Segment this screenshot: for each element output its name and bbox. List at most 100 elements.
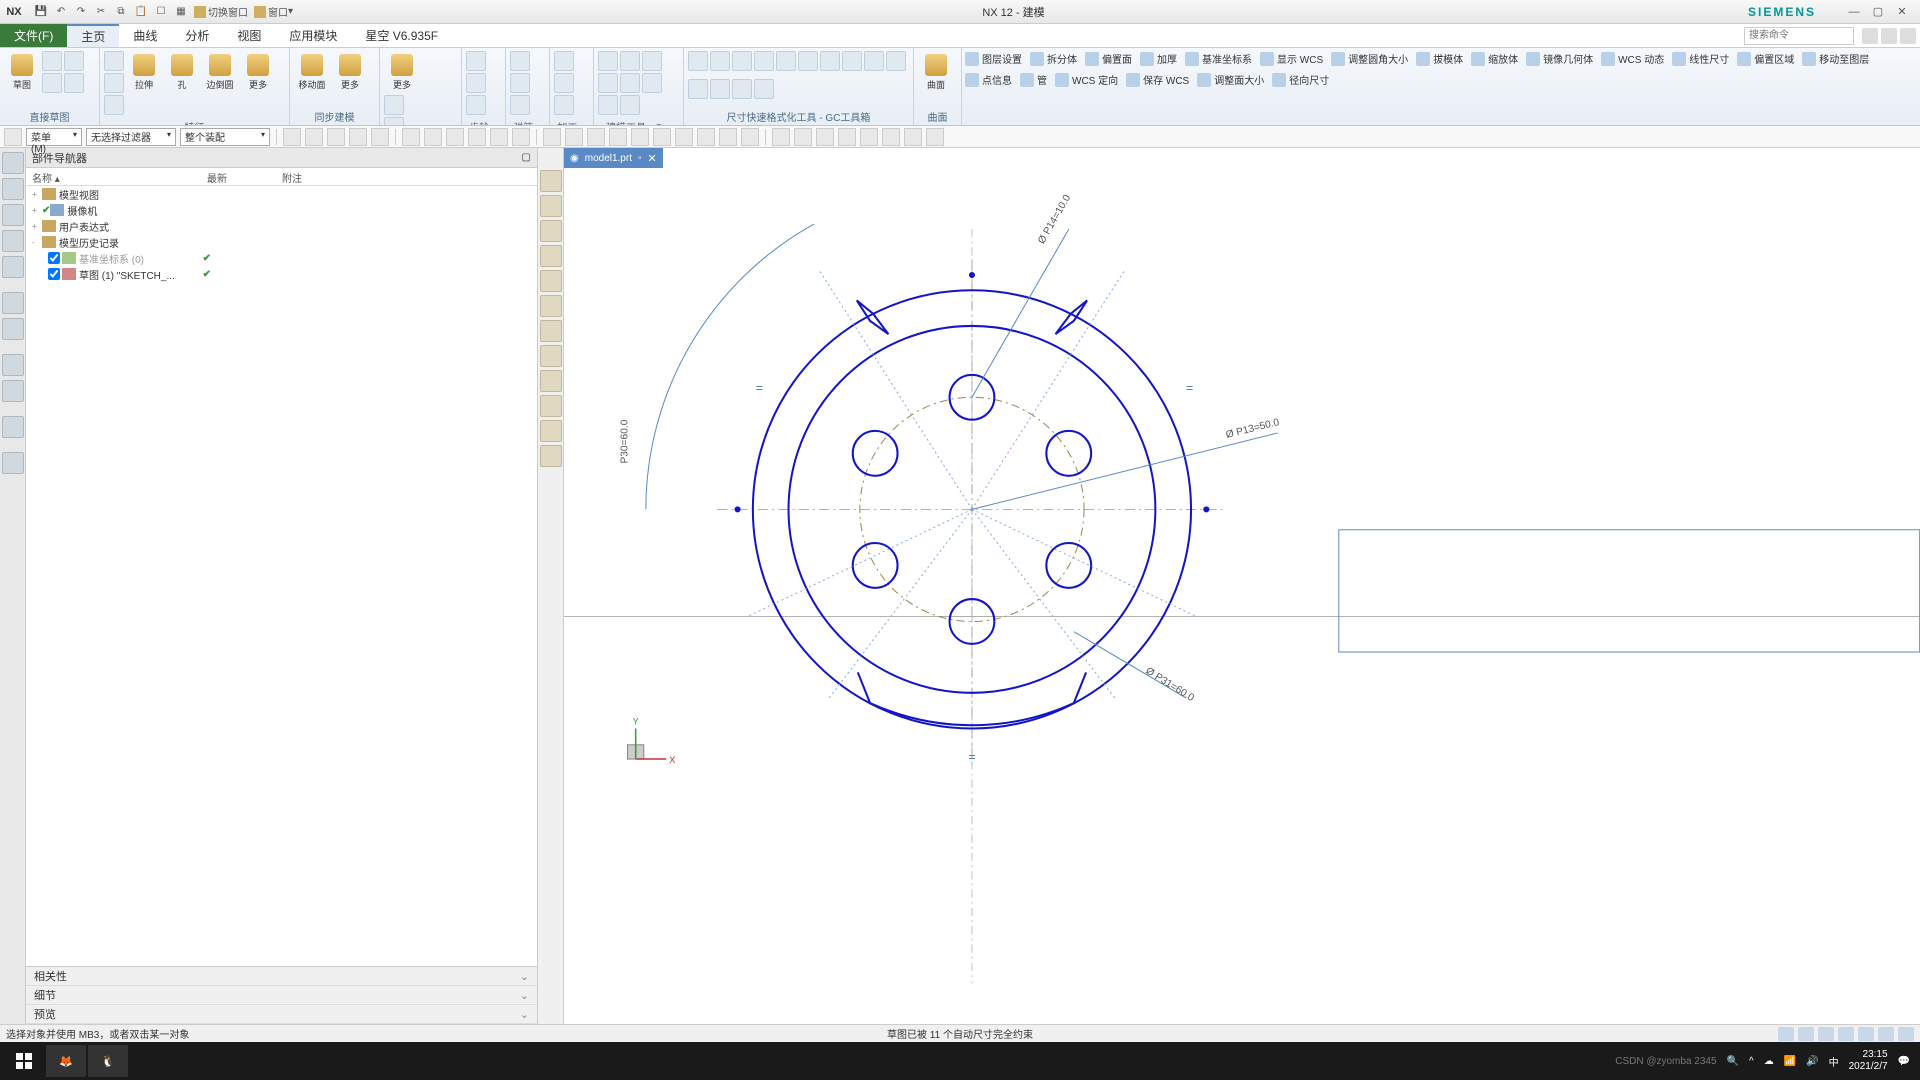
section-details[interactable]: 细节⌄ [26, 986, 537, 1005]
taskbar-app-icon[interactable]: 🦊 [46, 1045, 86, 1077]
ribbon-btn[interactable] [776, 51, 796, 71]
assembly-dropdown[interactable]: 整个装配 [180, 128, 270, 146]
save-wcs-button[interactable]: 保存 WCS [1126, 72, 1189, 87]
filter-dropdown[interactable]: 无选择过滤器 [86, 128, 176, 146]
resource-tab-icon[interactable] [2, 452, 24, 474]
maximize-icon[interactable]: ▢ [1870, 4, 1886, 20]
ribbon-btn[interactable] [42, 51, 62, 71]
resource-tab-icon[interactable] [2, 178, 24, 200]
navigator-tree[interactable]: +模型视图 +✔摄像机 +用户表达式 -模型历史记录 基准坐标系 (0)✔ 草图… [26, 186, 537, 966]
ribbon-btn[interactable] [620, 73, 640, 93]
close-tab-icon[interactable]: ✕ [648, 152, 657, 165]
ribbon-btn[interactable] [710, 79, 730, 99]
sel-tool-icon[interactable] [327, 128, 345, 146]
ribbon-btn[interactable] [598, 73, 618, 93]
tree-row[interactable]: +模型视图 [26, 186, 537, 202]
status-icon[interactable] [1798, 1027, 1814, 1041]
tab-view[interactable]: 视图 [223, 24, 275, 47]
sel-tool-icon[interactable] [816, 128, 834, 146]
sel-tool-icon[interactable] [772, 128, 790, 146]
ribbon-btn[interactable] [842, 51, 862, 71]
sel-tool-icon[interactable] [860, 128, 878, 146]
ribbon-btn[interactable] [710, 51, 730, 71]
sel-tool-icon[interactable] [371, 128, 389, 146]
sketch-button[interactable]: 草图 [4, 51, 40, 93]
draft-body-button[interactable]: 拔模体 [1416, 51, 1463, 66]
gfx-tool-icon[interactable] [540, 395, 562, 417]
sel-tool-icon[interactable] [631, 128, 649, 146]
ribbon-btn[interactable] [732, 79, 752, 99]
tray-icon[interactable]: ^ [1749, 1056, 1754, 1067]
ribbon-btn[interactable] [510, 73, 530, 93]
resource-tab-icon[interactable] [2, 204, 24, 226]
surface-button[interactable]: 曲面 [918, 51, 954, 93]
ribbon-btn[interactable] [64, 51, 84, 71]
resource-tab-icon[interactable] [2, 292, 24, 314]
ribbon-btn[interactable] [384, 117, 404, 126]
datum-csys-button[interactable]: 基准坐标系 [1185, 51, 1252, 66]
tree-row[interactable]: 草图 (1) "SKETCH_...✔ [26, 266, 537, 282]
ribbon-btn[interactable] [642, 51, 662, 71]
graphics-area[interactable]: ◉model1.prt▫✕ [564, 148, 1920, 1024]
resource-tab-icon[interactable] [2, 318, 24, 340]
sel-tool-icon[interactable] [587, 128, 605, 146]
ribbon-btn[interactable] [598, 51, 618, 71]
ribbon-btn[interactable] [466, 51, 486, 71]
tube-button[interactable]: 管 [1020, 72, 1047, 87]
sel-tool-icon[interactable] [305, 128, 323, 146]
more-button[interactable]: 更多 [384, 51, 420, 93]
status-icon[interactable] [1858, 1027, 1874, 1041]
tray-ime-icon[interactable]: 中 [1829, 1054, 1839, 1069]
linear-dim-button[interactable]: 线性尺寸 [1672, 51, 1729, 66]
file-menu[interactable]: 文件(F) [0, 24, 67, 47]
start-button[interactable] [4, 1045, 44, 1077]
tab-analysis[interactable]: 分析 [171, 24, 223, 47]
tab-home[interactable]: 主页 [67, 24, 119, 47]
section-preview[interactable]: 预览⌄ [26, 1005, 537, 1024]
ribbon-btn[interactable] [384, 95, 404, 115]
wcs-orient-button[interactable]: WCS 定向 [1055, 72, 1118, 87]
ribbon-btn[interactable] [642, 73, 662, 93]
tab-curve[interactable]: 曲线 [119, 24, 171, 47]
sel-tool-icon[interactable] [882, 128, 900, 146]
cut-icon[interactable]: ✂ [92, 3, 110, 21]
ribbon-btn[interactable] [466, 95, 486, 115]
menu-icon[interactable] [4, 128, 22, 146]
wcs-dynamic-button[interactable]: WCS 动态 [1601, 51, 1664, 66]
gfx-tool-icon[interactable] [540, 270, 562, 292]
scale-body-button[interactable]: 缩放体 [1471, 51, 1518, 66]
taskbar-clock[interactable]: 23:152021/2/7 [1849, 1049, 1888, 1073]
ribbon-btn[interactable] [798, 51, 818, 71]
gfx-tool-icon[interactable] [540, 195, 562, 217]
sel-tool-icon[interactable] [838, 128, 856, 146]
more-button[interactable]: 更多 [332, 51, 368, 93]
tree-checkbox[interactable] [48, 268, 60, 280]
ribbon-btn[interactable] [732, 51, 752, 71]
col-name[interactable]: 名称 ▴ [26, 168, 201, 185]
sel-tool-icon[interactable] [349, 128, 367, 146]
offset-region-button[interactable]: 偏置区域 [1737, 51, 1794, 66]
notification-icon[interactable]: 💬 [1898, 1056, 1910, 1067]
more-button[interactable]: 更多 [240, 51, 276, 93]
status-icon[interactable] [1818, 1027, 1834, 1041]
sel-tool-icon[interactable] [283, 128, 301, 146]
split-body-button[interactable]: 拆分体 [1030, 51, 1077, 66]
sel-tool-icon[interactable] [490, 128, 508, 146]
close-icon[interactable]: ✕ [1894, 4, 1910, 20]
find-icon[interactable] [1862, 28, 1878, 44]
ribbon-btn[interactable] [820, 51, 840, 71]
ribbon-btn[interactable] [620, 51, 640, 71]
copy-icon[interactable]: ⧉ [112, 3, 130, 21]
minimize-icon[interactable]: — [1846, 4, 1862, 20]
tree-checkbox[interactable] [48, 252, 60, 264]
radial-dim-button[interactable]: 径向尺寸 [1272, 72, 1329, 87]
gfx-tool-icon[interactable] [540, 445, 562, 467]
thicken-button[interactable]: 加厚 [1140, 51, 1177, 66]
point-info-button[interactable]: 点信息 [965, 72, 1012, 87]
ribbon-btn[interactable] [42, 73, 62, 93]
gfx-tool-icon[interactable] [540, 295, 562, 317]
status-icon[interactable] [1878, 1027, 1894, 1041]
graphics-canvas[interactable]: P30=60.0 Ø P14=10.0 Ø P13=50.0 Ø P31=60.… [564, 168, 1920, 1024]
sel-tool-icon[interactable] [697, 128, 715, 146]
resize-face-button[interactable]: 调整面大小 [1197, 72, 1264, 87]
